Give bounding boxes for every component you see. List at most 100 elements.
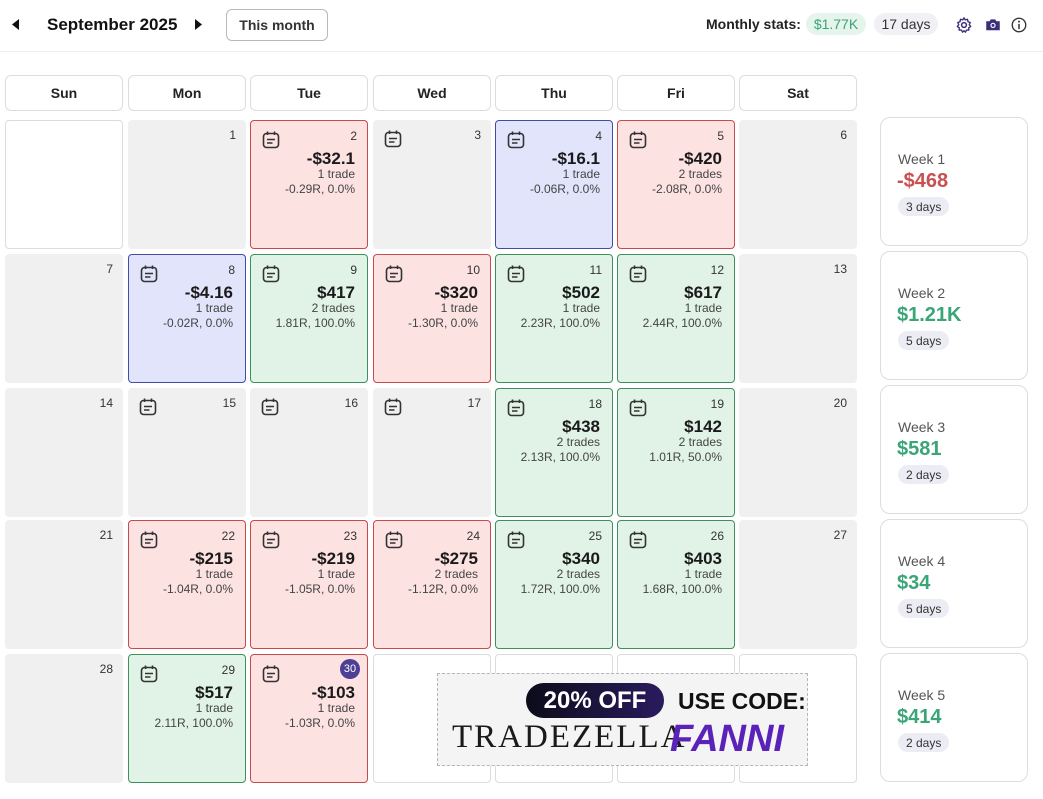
day-cell-10[interactable]: 10 -$320 1 trade -1.30R, 0.0% bbox=[373, 254, 491, 383]
day-number: 2 bbox=[350, 129, 357, 143]
journal-note-icon[interactable] bbox=[506, 264, 526, 284]
day-trade-count: 2 trades bbox=[678, 167, 722, 181]
journal-note-icon[interactable] bbox=[383, 397, 403, 417]
day-cell-20[interactable]: 20 bbox=[739, 388, 857, 517]
week-card-5[interactable]: Week 5 $414 2 days bbox=[880, 653, 1028, 782]
day-number: 13 bbox=[833, 262, 847, 276]
day-number: 24 bbox=[466, 529, 480, 543]
day-pnl: $403 bbox=[684, 549, 722, 568]
week-pnl: $581 bbox=[897, 438, 942, 460]
day-cell-28[interactable]: 28 bbox=[5, 654, 123, 783]
day-cell-19[interactable]: 19 $142 2 trades 1.01R, 50.0% bbox=[617, 388, 735, 517]
day-cell-12[interactable]: 12 $617 1 trade 2.44R, 100.0% bbox=[617, 254, 735, 383]
day-cell-23[interactable]: 23 -$219 1 trade -1.05R, 0.0% bbox=[250, 520, 368, 649]
day-number: 1 bbox=[229, 128, 236, 142]
day-cell-9[interactable]: 9 $417 2 trades 1.81R, 100.0% bbox=[250, 254, 368, 383]
journal-note-icon[interactable] bbox=[139, 664, 159, 684]
camera-icon[interactable] bbox=[984, 16, 1002, 34]
day-cell-30[interactable]: 30 -$103 1 trade -1.03R, 0.0% bbox=[250, 654, 368, 783]
day-number: 18 bbox=[588, 397, 602, 411]
journal-note-icon[interactable] bbox=[628, 398, 648, 418]
day-cell-5[interactable]: 5 -$420 2 trades -2.08R, 0.0% bbox=[617, 120, 735, 249]
journal-note-icon[interactable] bbox=[261, 264, 281, 284]
day-pnl: -$320 bbox=[434, 283, 478, 302]
day-cell-7[interactable]: 7 bbox=[5, 254, 123, 383]
day-cell-17[interactable]: 17 bbox=[373, 388, 491, 517]
day-cell-22[interactable]: 22 -$215 1 trade -1.04R, 0.0% bbox=[128, 520, 246, 649]
day-cell-14[interactable]: 14 bbox=[5, 388, 123, 517]
this-month-button[interactable]: This month bbox=[226, 9, 328, 41]
journal-note-icon[interactable] bbox=[506, 130, 526, 150]
day-pnl: -$219 bbox=[311, 549, 355, 568]
journal-note-icon[interactable] bbox=[628, 130, 648, 150]
day-pnl: $340 bbox=[562, 549, 600, 568]
day-r-multiple: 1.81R, 100.0% bbox=[275, 316, 355, 330]
day-cell-26[interactable]: 26 $403 1 trade 1.68R, 100.0% bbox=[617, 520, 735, 649]
journal-note-icon[interactable] bbox=[138, 397, 158, 417]
week-card-1[interactable]: Week 1 -$468 3 days bbox=[880, 117, 1028, 246]
journal-note-icon[interactable] bbox=[139, 264, 159, 284]
day-cell-6[interactable]: 6 bbox=[739, 120, 857, 249]
day-r-multiple: -0.02R, 0.0% bbox=[162, 316, 233, 330]
day-cell-4[interactable]: 4 -$16.1 1 trade -0.06R, 0.0% bbox=[495, 120, 613, 249]
day-cell-3[interactable]: 3 bbox=[373, 120, 491, 249]
day-r-multiple: -1.03R, 0.0% bbox=[284, 716, 355, 730]
day-number: 19 bbox=[710, 397, 724, 411]
day-cell-18[interactable]: 18 $438 2 trades 2.13R, 100.0% bbox=[495, 388, 613, 517]
journal-note-icon[interactable] bbox=[383, 129, 403, 149]
journal-note-icon[interactable] bbox=[506, 398, 526, 418]
day-number: 9 bbox=[350, 263, 357, 277]
week-days-badge: 5 days bbox=[898, 331, 950, 350]
day-number: 17 bbox=[467, 396, 481, 410]
day-pnl: -$420 bbox=[678, 149, 722, 168]
day-trade-count: 1 trade bbox=[440, 301, 478, 315]
day-cell-21[interactable]: 21 bbox=[5, 520, 123, 649]
day-cell-24[interactable]: 24 -$275 2 trades -1.12R, 0.0% bbox=[373, 520, 491, 649]
prev-month-button[interactable] bbox=[9, 16, 23, 32]
day-header-fri: Fri bbox=[617, 75, 735, 111]
journal-note-icon[interactable] bbox=[628, 530, 648, 550]
week-card-2[interactable]: Week 2 $1.21K 5 days bbox=[880, 251, 1028, 380]
day-cell-11[interactable]: 11 $502 1 trade 2.23R, 100.0% bbox=[495, 254, 613, 383]
day-cell-13[interactable]: 13 bbox=[739, 254, 857, 383]
monthly-pnl-badge: $1.77K bbox=[806, 13, 866, 35]
day-cell-29[interactable]: 29 $517 1 trade 2.11R, 100.0% bbox=[128, 654, 246, 783]
journal-note-icon[interactable] bbox=[260, 397, 280, 417]
journal-note-icon[interactable] bbox=[384, 264, 404, 284]
day-pnl: -$32.1 bbox=[306, 149, 355, 168]
day-cell-25[interactable]: 25 $340 2 trades 1.72R, 100.0% bbox=[495, 520, 613, 649]
day-trade-count: 1 trade bbox=[317, 701, 355, 715]
day-cell-16[interactable]: 16 bbox=[250, 388, 368, 517]
day-cell-8[interactable]: 8 -$4.16 1 trade -0.02R, 0.0% bbox=[128, 254, 246, 383]
day-number: 23 bbox=[343, 529, 357, 543]
day-number: 20 bbox=[833, 396, 847, 410]
info-icon[interactable] bbox=[1010, 16, 1028, 34]
gear-icon[interactable] bbox=[955, 16, 973, 34]
promo-banner[interactable]: 20% OFF USE CODE: TRADEZELLA FANNI bbox=[437, 673, 808, 766]
day-pnl: $417 bbox=[317, 283, 355, 302]
day-header-sat: Sat bbox=[739, 75, 857, 111]
day-pnl: $502 bbox=[562, 283, 600, 302]
journal-note-icon[interactable] bbox=[628, 264, 648, 284]
week-card-3[interactable]: Week 3 $581 2 days bbox=[880, 385, 1028, 514]
day-number: 21 bbox=[99, 528, 113, 542]
journal-note-icon[interactable] bbox=[139, 530, 159, 550]
week-card-4[interactable]: Week 4 $34 5 days bbox=[880, 519, 1028, 648]
next-month-button[interactable] bbox=[191, 16, 205, 32]
day-number: 5 bbox=[717, 129, 724, 143]
day-number: 8 bbox=[228, 263, 235, 277]
journal-note-icon[interactable] bbox=[384, 530, 404, 550]
day-number: 29 bbox=[221, 663, 235, 677]
day-r-multiple: 2.23R, 100.0% bbox=[520, 316, 600, 330]
day-header-mon: Mon bbox=[128, 75, 246, 111]
day-cell-2[interactable]: 2 -$32.1 1 trade -0.29R, 0.0% bbox=[250, 120, 368, 249]
journal-note-icon[interactable] bbox=[506, 530, 526, 550]
journal-note-icon[interactable] bbox=[261, 664, 281, 684]
journal-note-icon[interactable] bbox=[261, 530, 281, 550]
day-cell-1[interactable]: 1 bbox=[128, 120, 246, 249]
day-cell-15[interactable]: 15 bbox=[128, 388, 246, 517]
journal-note-icon[interactable] bbox=[261, 130, 281, 150]
day-cell-27[interactable]: 27 bbox=[739, 520, 857, 649]
week-pnl: $34 bbox=[897, 572, 931, 594]
day-pnl: $438 bbox=[562, 417, 600, 436]
